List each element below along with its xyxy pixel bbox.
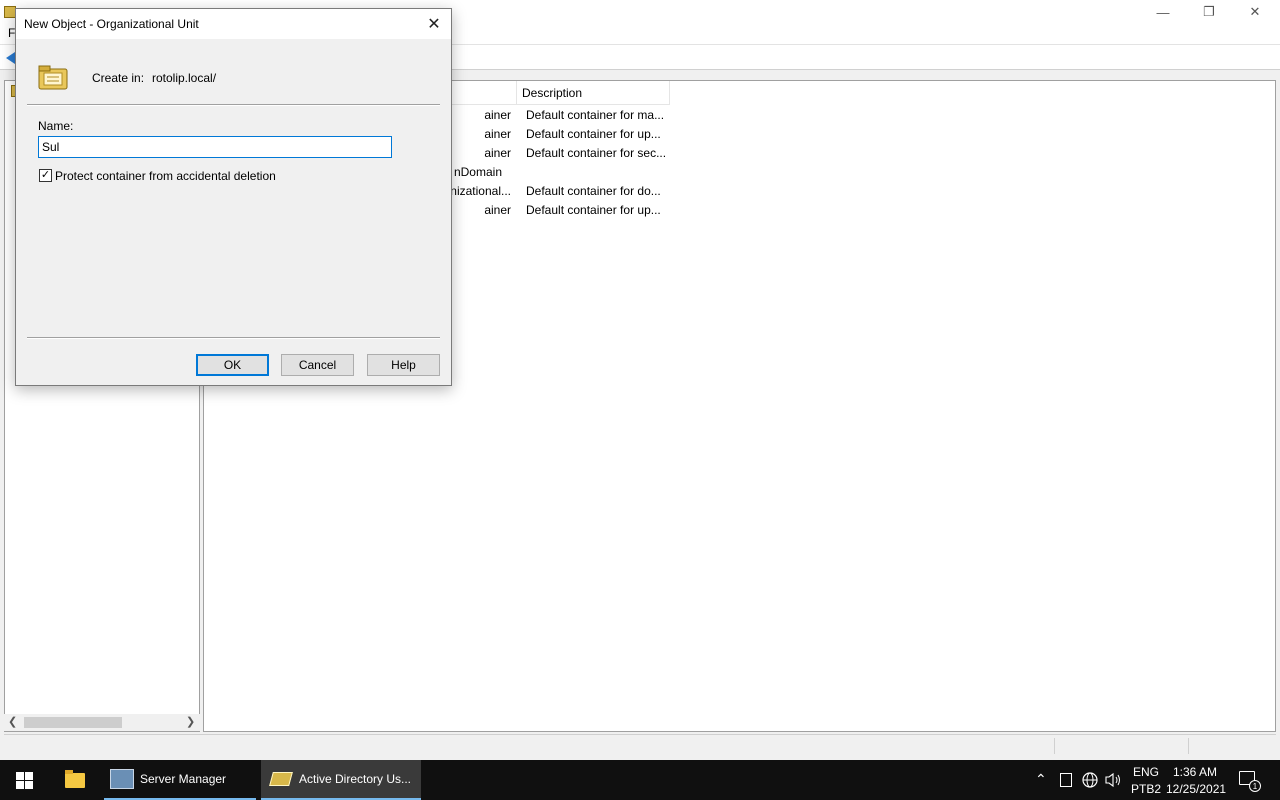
taskbar: Server Manager Active Directory Us... ⌃ … xyxy=(0,760,1280,800)
name-label: Name: xyxy=(38,119,74,133)
scroll-left-icon[interactable]: ❮ xyxy=(8,715,17,728)
scrollbar-thumb[interactable] xyxy=(24,717,122,728)
separator xyxy=(27,337,440,339)
tree-horizontal-scrollbar[interactable]: ❮ ❯ xyxy=(4,714,200,731)
organizational-unit-icon xyxy=(38,65,68,90)
folder-icon xyxy=(65,769,85,788)
row-description: Default container for sec... xyxy=(526,146,667,160)
help-button[interactable]: Help xyxy=(367,354,440,376)
back-arrow-icon[interactable] xyxy=(6,52,15,64)
protect-checkbox[interactable]: ✓ xyxy=(39,169,52,182)
active-directory-icon xyxy=(269,772,293,786)
notification-count-badge: 1 xyxy=(1249,780,1261,792)
cancel-button[interactable]: Cancel xyxy=(281,354,354,376)
dialog-titlebar: New Object - Organizational Unit ✕ xyxy=(16,9,451,39)
protect-checkbox-label[interactable]: Protect container from accidental deleti… xyxy=(55,169,276,183)
row-description: Default container for ma... xyxy=(526,108,665,122)
close-icon[interactable]: ✕ xyxy=(423,13,445,35)
taskbar-active-directory[interactable]: Active Directory Us... xyxy=(261,760,421,800)
clock-date[interactable]: 12/25/2021 xyxy=(1166,782,1226,796)
taskbar-server-manager-label: Server Manager xyxy=(140,772,227,786)
separator xyxy=(27,104,440,106)
new-ou-dialog: New Object - Organizational Unit ✕ Creat… xyxy=(15,8,452,386)
status-bar xyxy=(4,734,1276,756)
row-description: Default container for up... xyxy=(526,127,661,141)
language-indicator[interactable]: ENG xyxy=(1133,765,1159,779)
minimize-icon[interactable]: — xyxy=(1140,0,1186,24)
row-description: Default container for do... xyxy=(526,184,661,198)
volume-icon[interactable] xyxy=(1105,772,1123,788)
restore-icon[interactable]: ❐ xyxy=(1186,0,1232,24)
taskbar-server-manager[interactable]: Server Manager xyxy=(104,760,256,800)
scroll-right-icon[interactable]: ❯ xyxy=(186,715,195,728)
create-in-path: rotolip.local/ xyxy=(152,71,217,85)
show-hidden-icons-icon[interactable]: ⌃ xyxy=(1035,771,1047,788)
ok-button[interactable]: OK xyxy=(196,354,269,376)
create-in-label: Create in: xyxy=(92,71,145,85)
file-explorer-button[interactable] xyxy=(52,760,98,800)
clock-time[interactable]: 1:36 AM xyxy=(1173,765,1217,779)
keyboard-layout-indicator[interactable]: PTB2 xyxy=(1131,782,1161,796)
column-header-description[interactable]: Description xyxy=(522,86,582,100)
network-icon[interactable] xyxy=(1082,772,1098,788)
close-window-icon[interactable]: ✕ xyxy=(1232,0,1278,24)
status-divider xyxy=(1188,738,1189,754)
tablet-icon[interactable] xyxy=(1060,773,1072,787)
windows-logo-icon xyxy=(15,771,33,789)
start-button[interactable] xyxy=(0,760,48,800)
column-divider[interactable] xyxy=(669,81,670,105)
row-description: Default container for up... xyxy=(526,203,661,217)
status-divider xyxy=(1054,738,1055,754)
taskbar-active-directory-label: Active Directory Us... xyxy=(299,772,412,786)
dialog-title: New Object - Organizational Unit xyxy=(24,17,199,31)
server-manager-icon xyxy=(110,769,134,789)
column-divider[interactable] xyxy=(516,81,517,105)
name-input[interactable] xyxy=(38,136,392,158)
